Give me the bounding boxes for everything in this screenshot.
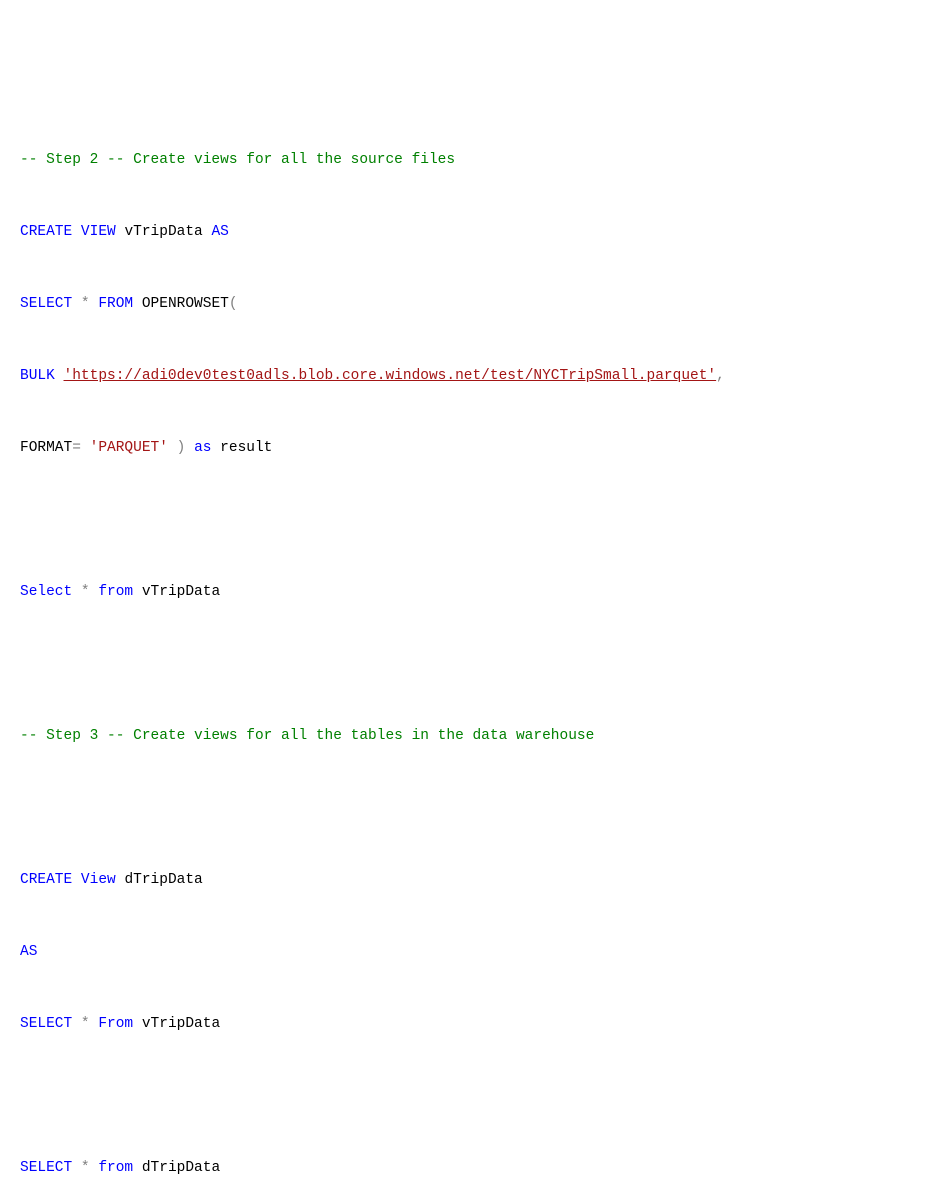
blank-line[interactable] [0,796,936,820]
id-result: result [220,440,272,456]
code-line[interactable]: AS [0,940,936,964]
kw-create: CREATE [20,872,72,888]
code-line[interactable]: SELECT * FROM OPENROWSET( [0,292,936,316]
id-vtripdata: vTripData [142,1016,220,1032]
kw-bulk: BULK [20,368,55,384]
eq: = [72,440,81,456]
code-line[interactable]: -- Step 3 -- Create views for all the ta… [0,724,936,748]
kw-as: AS [211,224,228,240]
kw-select: SELECT [20,296,72,312]
string-url: 'https://adi0dev0test0adls.blob.core.win… [64,368,717,384]
code-line[interactable]: SELECT * From vTripData [0,1012,936,1036]
code-line[interactable]: CREATE View dTripData [0,868,936,892]
star: * [81,296,90,312]
blank-line[interactable] [0,508,936,532]
id-dtripdata: dTripData [124,872,202,888]
code-line[interactable]: FORMAT= 'PARQUET' ) as result [0,436,936,460]
kw-select: SELECT [20,1160,72,1176]
comma: , [716,368,725,384]
kw-view: View [81,872,116,888]
string-parquet: 'PARQUET' [90,440,168,456]
close-paren: ) [177,440,186,456]
kw-from: FROM [98,296,133,312]
kw-from: From [98,1016,133,1032]
kw-as: as [194,440,211,456]
code-line[interactable]: BULK 'https://adi0dev0test0adls.blob.cor… [0,364,936,388]
kw-select: Select [20,584,72,600]
sql-editor[interactable]: -- Step 2 -- Create views for all the so… [0,100,936,1204]
kw-format: FORMAT [20,440,72,456]
blank-line[interactable] [0,1084,936,1108]
comment-step3: -- Step 3 -- Create views for all the ta… [20,728,594,744]
code-line[interactable]: Select * from vTripData [0,580,936,604]
kw-view: VIEW [81,224,116,240]
id-vtripdata: vTripData [142,584,220,600]
id-dtripdata: dTripData [142,1160,220,1176]
code-line[interactable]: -- Step 2 -- Create views for all the so… [0,148,936,172]
fn-openrowset: OPENROWSET [142,296,229,312]
kw-select: SELECT [20,1016,72,1032]
kw-from: from [98,584,133,600]
kw-from: from [98,1160,133,1176]
id-vtripdata: vTripData [124,224,202,240]
code-line[interactable]: SELECT * from dTripData [0,1156,936,1180]
star: * [81,1016,90,1032]
blank-line[interactable] [0,652,936,676]
open-paren: ( [229,296,238,312]
code-line[interactable]: CREATE VIEW vTripData AS [0,220,936,244]
star: * [81,584,90,600]
kw-as: AS [20,944,37,960]
kw-create: CREATE [20,224,72,240]
comment-step2: -- Step 2 -- Create views for all the so… [20,152,455,168]
star: * [81,1160,90,1176]
